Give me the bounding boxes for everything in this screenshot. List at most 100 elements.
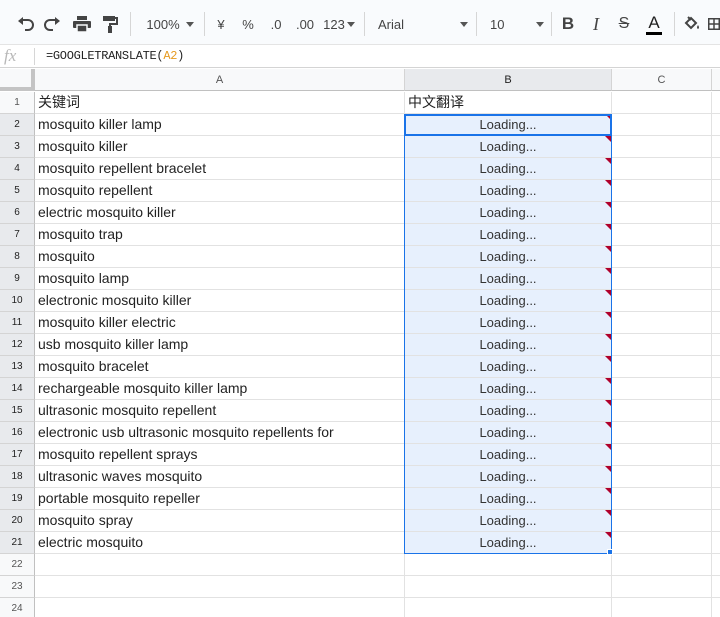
cell-a-keyword[interactable]: electric mosquito killer	[35, 202, 405, 224]
cell-b-translation[interactable]: Loading...	[405, 114, 612, 136]
cell-b-translation[interactable]: Loading...	[405, 136, 612, 158]
cell-b-translation[interactable]: Loading...	[405, 488, 612, 510]
fill-handle[interactable]	[607, 549, 613, 555]
redo-icon[interactable]	[42, 12, 64, 36]
row-header[interactable]: 23	[0, 576, 35, 598]
column-header-b[interactable]: B	[405, 69, 612, 91]
row-header[interactable]: 1	[0, 92, 35, 114]
paint-format-icon[interactable]	[99, 12, 121, 36]
print-icon[interactable]	[71, 12, 93, 36]
undo-icon[interactable]	[14, 12, 36, 36]
row-header[interactable]: 22	[0, 554, 35, 576]
row-header[interactable]: 21	[0, 532, 35, 554]
cell-d-empty[interactable]	[712, 180, 720, 202]
cell-c-empty[interactable]	[612, 576, 712, 598]
font-select[interactable]: Arial	[378, 12, 468, 36]
column-header-d[interactable]	[712, 69, 720, 91]
bold-button[interactable]: B	[560, 12, 576, 36]
row-header[interactable]: 14	[0, 378, 35, 400]
cell-c-empty[interactable]	[612, 488, 712, 510]
row-header[interactable]: 2	[0, 114, 35, 136]
cell-c-empty[interactable]	[612, 268, 712, 290]
row-header[interactable]: 3	[0, 136, 35, 158]
cell-a-keyword[interactable]: mosquito repellent	[35, 180, 405, 202]
currency-button[interactable]: ¥	[213, 12, 229, 36]
cell-d-empty[interactable]	[712, 466, 720, 488]
cell-a-keyword[interactable]: usb mosquito killer lamp	[35, 334, 405, 356]
cell-b-header[interactable]: 中文翻译	[405, 92, 612, 114]
cell-c-empty[interactable]	[612, 136, 712, 158]
row-header[interactable]: 15	[0, 400, 35, 422]
cell-a-empty[interactable]	[35, 598, 405, 617]
cell-d-empty[interactable]	[712, 290, 720, 312]
cell-b-empty[interactable]	[405, 598, 612, 617]
cell-c-empty[interactable]	[612, 356, 712, 378]
cell-d-empty[interactable]	[712, 422, 720, 444]
percent-button[interactable]: %	[240, 12, 256, 36]
cell-d-empty[interactable]	[712, 202, 720, 224]
cell-d-empty[interactable]	[712, 356, 720, 378]
cell-b-translation[interactable]: Loading...	[405, 532, 612, 554]
cell-d-empty[interactable]	[712, 378, 720, 400]
more-formats-select[interactable]: 123	[322, 12, 356, 36]
cell-a-empty[interactable]	[35, 554, 405, 576]
cell-b-empty[interactable]	[405, 576, 612, 598]
cell-b-translation[interactable]: Loading...	[405, 202, 612, 224]
cell-b-translation[interactable]: Loading...	[405, 444, 612, 466]
cell-a-keyword[interactable]: mosquito	[35, 246, 405, 268]
row-header[interactable]: 6	[0, 202, 35, 224]
row-header[interactable]: 4	[0, 158, 35, 180]
row-header[interactable]: 9	[0, 268, 35, 290]
cell-b-translation[interactable]: Loading...	[405, 334, 612, 356]
cell-c-empty[interactable]	[612, 246, 712, 268]
cell-a-keyword[interactable]: mosquito repellent bracelet	[35, 158, 405, 180]
cell-c-empty[interactable]	[612, 554, 712, 576]
cell-d-empty[interactable]	[712, 400, 720, 422]
cell-a-keyword[interactable]: portable mosquito repeller	[35, 488, 405, 510]
cell-a-keyword[interactable]: mosquito killer	[35, 136, 405, 158]
cell-b-translation[interactable]: Loading...	[405, 180, 612, 202]
cell-c-empty[interactable]	[612, 290, 712, 312]
cell-d-empty[interactable]	[712, 136, 720, 158]
cell-d-empty[interactable]	[712, 334, 720, 356]
cell-c-empty[interactable]	[612, 466, 712, 488]
row-header[interactable]: 7	[0, 224, 35, 246]
zoom-select[interactable]: 100%	[143, 12, 197, 36]
cell-a-empty[interactable]	[35, 576, 405, 598]
cell-c-empty[interactable]	[612, 510, 712, 532]
cell-b-translation[interactable]: Loading...	[405, 356, 612, 378]
cell-c-empty[interactable]	[612, 400, 712, 422]
cell-a-keyword[interactable]: ultrasonic waves mosquito	[35, 466, 405, 488]
row-header[interactable]: 8	[0, 246, 35, 268]
cell-b-translation[interactable]: Loading...	[405, 400, 612, 422]
cell-c-empty[interactable]	[612, 444, 712, 466]
cell-d-empty[interactable]	[712, 114, 720, 136]
cell-c-empty[interactable]	[612, 598, 712, 617]
cell-a-keyword[interactable]: mosquito repellent sprays	[35, 444, 405, 466]
cell-b-translation[interactable]: Loading...	[405, 422, 612, 444]
formula-input[interactable]: =GOOGLETRANSLATE(A2)	[46, 49, 184, 63]
row-header[interactable]: 20	[0, 510, 35, 532]
row-header[interactable]: 17	[0, 444, 35, 466]
cell-d-empty[interactable]	[712, 444, 720, 466]
select-all-corner[interactable]	[0, 69, 35, 91]
cell-b-translation[interactable]: Loading...	[405, 510, 612, 532]
row-header[interactable]: 10	[0, 290, 35, 312]
cell-a-keyword[interactable]: mosquito lamp	[35, 268, 405, 290]
cell-a-keyword[interactable]: electric mosquito	[35, 532, 405, 554]
cell-c-empty[interactable]	[612, 532, 712, 554]
cell-d-empty[interactable]	[712, 488, 720, 510]
cell-d-empty[interactable]	[712, 576, 720, 598]
cell-a-keyword[interactable]: electronic usb ultrasonic mosquito repel…	[35, 422, 405, 444]
cell-c-empty[interactable]	[612, 378, 712, 400]
cell-b-translation[interactable]: Loading...	[405, 466, 612, 488]
borders-icon[interactable]	[708, 12, 720, 36]
column-header-a[interactable]: A	[35, 69, 405, 91]
cell-b-empty[interactable]	[405, 554, 612, 576]
cell-d-empty[interactable]	[712, 532, 720, 554]
text-color-button[interactable]: A	[642, 12, 666, 36]
cell-b-translation[interactable]: Loading...	[405, 312, 612, 334]
cell-a-keyword[interactable]: electronic mosquito killer	[35, 290, 405, 312]
row-header[interactable]: 24	[0, 598, 35, 617]
cell-a-header[interactable]: 关键词	[35, 92, 405, 114]
